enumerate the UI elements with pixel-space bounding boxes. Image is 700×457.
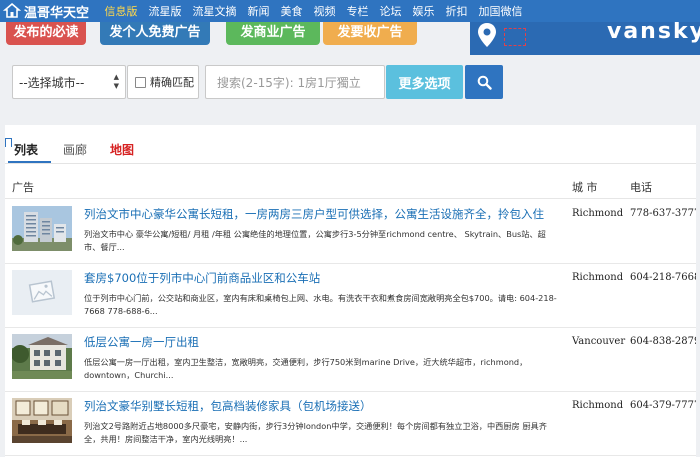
exact-match-label: 精确匹配 [150,76,194,89]
image-placeholder-icon [12,270,72,315]
tab-list[interactable]: 列表 [14,141,38,158]
listing-description: 列治文2号路附近占地8000多尺豪宅，安静内街，步行3分钟london中学，交通… [84,421,547,444]
nav-item-column[interactable]: 专栏 [347,3,369,19]
vansky-banner[interactable]: vansky [470,22,700,55]
building-photo-icon [12,206,72,251]
more-options-button[interactable]: 更多选项 [386,65,463,99]
wanted-ad-button[interactable]: 发要收广告 [323,22,417,45]
city-select-value: --选择城市-- [19,75,85,90]
map-pin-icon [478,23,496,47]
search-icon [477,75,492,90]
listing-description: 位于列市中心门前，公交站和商业区，室内有床和桌椅包上网、水电。有洗衣干衣和煮食房… [84,293,557,316]
listing-title[interactable]: 列治文市中心豪华公寓长短租，一房两房三房户型可供选择，公寓生活设施齐全，拎包入住 [84,206,544,222]
free-ad-button[interactable]: 发个人免费广告 [100,22,210,45]
tab-divider [5,163,696,164]
read-first-button[interactable]: 发布的必读 [6,22,86,45]
site-brand[interactable]: 温哥华天空 [3,2,89,21]
search-button[interactable] [465,65,503,99]
top-nav: 温哥华天空 信息版 流星版 流星文摘 新闻 美食 视频 专栏 论坛 娱乐 折扣 … [0,0,700,22]
tab-marker-icon [5,138,12,147]
listing-phone: 604-838-2879 [630,336,696,347]
listing-description: 列治文市中心 豪华公寓/短租/ 月租 /年租 公寓绝佳的地理位置，公寓步行3-5… [84,229,546,252]
table-row[interactable]: 套房$700位于列市中心门前商品业区和公车站 位于列市中心门前，公交站和商业区，… [5,264,696,328]
listing-city: Vancouver [572,336,626,347]
exact-match-checkbox[interactable] [135,76,146,88]
nav-item-entertainment[interactable]: 娱乐 [413,3,435,19]
house-photo-icon [12,334,72,379]
nav-item-forum[interactable]: 论坛 [380,3,402,19]
search-input[interactable]: 搜索(2-15字): 1房1厅獨立 [205,65,385,99]
listing-title[interactable]: 套房$700位于列市中心门前商品业区和公车站 [84,270,320,286]
listing-phone: 604-379-7777 [630,400,696,411]
nav-item-digest[interactable]: 流星文摘 [193,3,237,19]
nav-item-food[interactable]: 美食 [281,3,303,19]
column-header-ad: 广告 [12,181,34,194]
header-divider [5,198,696,199]
nav-item-wechat[interactable]: 加国微信 [479,3,523,19]
search-area: --选择城市-- ▲ ▼ 精确匹配 搜索(2-15字): 1房1厅獨立 更多选项 [0,56,700,108]
listing-thumbnail[interactable] [12,334,72,379]
listing-city: Richmond [572,208,624,219]
banner-dashed-box [504,28,526,46]
listing-title[interactable]: 列治文豪华别墅长短租，包高档装修家具（包机场接送） [84,398,372,414]
column-header-city: 城 市 [572,181,598,194]
tab-map[interactable]: 地图 [110,141,134,158]
listing-title[interactable]: 低层公寓一房一厅出租 [84,334,199,350]
nav-item-video[interactable]: 视频 [314,3,336,19]
search-placeholder: 搜索(2-15字): 1房1厅獨立 [217,75,361,90]
listing-phone: 604-218-7668 [630,272,696,283]
interior-photo-icon [12,398,72,443]
listing-description: 低层公寓一房一厅出租，室内卫生整洁，宽敞明亮，交通便利，步行750米到marin… [84,357,528,380]
table-row[interactable]: 列治文市中心豪华公寓长短租，一房两房三房户型可供选择，公寓生活设施齐全，拎包入住… [5,200,696,264]
listing-city: Richmond [572,272,624,283]
listing-city: Richmond [572,400,624,411]
table-row[interactable]: 列治文豪华别墅长短租，包高档装修家具（包机场接送） 列治文2号路附近占地8000… [5,392,696,456]
business-ad-button[interactable]: 发商业广告 [226,22,320,45]
table-row[interactable]: 低层公寓一房一厅出租 低层公寓一房一厅出租，室内卫生整洁，宽敞明亮，交通便利，步… [5,328,696,392]
exact-match-toggle[interactable]: 精确匹配 [127,65,199,99]
nav-item-news[interactable]: 新闻 [248,3,270,19]
column-header-phone: 电话 [630,181,652,194]
banner-text: vansky [607,22,700,44]
nav-item-info[interactable]: 信息版 [105,3,138,19]
home-icon [3,2,21,18]
listing-panel: 列表 画廊 地图 广告 城 市 电话 列治文市中心豪华公寓长短租，一房两房三房户… [5,125,696,457]
listing-thumbnail[interactable] [12,206,72,251]
brand-name: 温哥华天空 [24,5,90,21]
listing-thumbnail[interactable] [12,270,72,315]
nav-item-discount[interactable]: 折扣 [446,3,468,19]
city-select[interactable]: --选择城市-- ▲ ▼ [12,65,126,99]
nav-item-liuxing[interactable]: 流星版 [149,3,182,19]
select-arrows-icon: ▲ ▼ [113,73,119,90]
listing-phone: 778-637-3777 [630,208,696,219]
tab-gallery[interactable]: 画廊 [63,141,87,158]
listing-thumbnail[interactable] [12,398,72,443]
